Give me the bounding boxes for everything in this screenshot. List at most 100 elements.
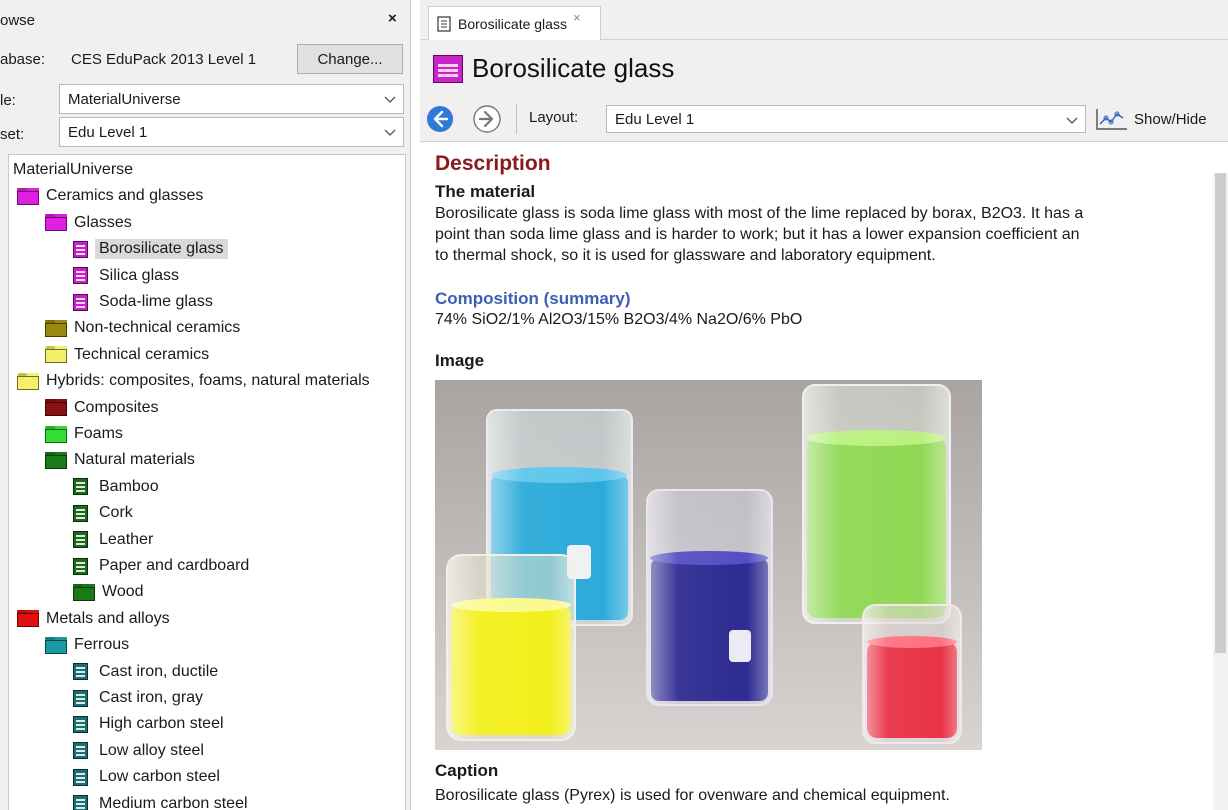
show-hide-label: Show/Hide <box>1134 110 1207 128</box>
tree-item-label: Cast iron, ductile <box>99 662 219 680</box>
tree-item-cast-iron-ductile[interactable]: Cast iron, ductile <box>73 659 218 685</box>
tree-item-cast-iron-gray[interactable]: Cast iron, gray <box>73 685 203 711</box>
table-select[interactable]: MaterialUniverse <box>59 84 404 114</box>
material-record-icon <box>73 557 88 575</box>
material-record-icon <box>73 663 88 681</box>
subset-select[interactable]: Edu Level 1 <box>59 117 404 147</box>
material-tree[interactable]: MaterialUniverse Ceramics and glasses Glas… <box>8 154 406 810</box>
folder-icon <box>17 610 39 628</box>
document-icon <box>437 15 451 32</box>
layout-select-value: Edu Level 1 <box>615 110 695 128</box>
folder-icon <box>45 346 67 364</box>
tree-item-natural-materials[interactable]: Natural materials <box>45 447 195 473</box>
tree-item-technical-ceramics[interactable]: Technical ceramics <box>45 342 209 368</box>
tree-item-label: Hybrids: composites, foams, natural mate… <box>46 372 370 390</box>
material-record-icon <box>73 715 88 733</box>
material-line-3: to thermal shock, so it is used for glas… <box>435 247 936 264</box>
show-hide-button[interactable]: Show/Hide <box>1095 105 1207 133</box>
record-header: Borosilicate glass <box>420 40 1228 97</box>
composition-value: 74% SiO2/1% Al2O3/15% B2O3/4% Na2O/6% Pb… <box>435 311 803 328</box>
tab-strip: Borosilicate glass × <box>420 0 1228 40</box>
tree-item-label: Non-technical ceramics <box>74 319 241 337</box>
tree-item-materialuniverse[interactable]: MaterialUniverse <box>9 157 134 183</box>
tree-item-low-carbon-steel[interactable]: Low carbon steel <box>73 764 220 790</box>
tree-item-label: High carbon steel <box>99 715 224 733</box>
tree-item-label: Borosilicate glass <box>95 239 228 260</box>
material-record-icon <box>73 267 88 285</box>
material-record-icon <box>433 54 463 83</box>
folder-icon <box>73 583 95 601</box>
tree-item-non-technical-ceramics[interactable]: Non-technical ceramics <box>45 315 240 341</box>
beakers-photo <box>435 380 982 750</box>
tree-item-label: MaterialUniverse <box>13 161 134 178</box>
tab-borosilicate-glass[interactable]: Borosilicate glass × <box>428 6 601 40</box>
browse-panel-title: owse <box>0 12 36 29</box>
tree-item-glasses[interactable]: Glasses <box>45 210 132 236</box>
material-record-icon <box>73 689 88 707</box>
tree-item-soda-lime-glass[interactable]: Soda-lime glass <box>73 289 213 315</box>
tree-item-wood[interactable]: Wood <box>73 579 144 605</box>
tree-item-bamboo[interactable]: Bamboo <box>73 474 159 500</box>
folder-icon <box>45 451 67 469</box>
subset-select-value: Edu Level 1 <box>68 123 148 141</box>
toolbar-divider <box>516 104 517 134</box>
material-record-icon <box>73 531 88 549</box>
content-scrollbar[interactable] <box>1213 173 1228 810</box>
tree-item-label: Bamboo <box>99 477 159 495</box>
tree-item-cork[interactable]: Cork <box>73 500 133 526</box>
tree-item-label: Leather <box>99 530 154 548</box>
tree-item-high-carbon-steel[interactable]: High carbon steel <box>73 711 224 737</box>
tree-item-borosilicate-glass[interactable]: Borosilicate glass <box>73 236 228 262</box>
folder-icon <box>45 214 67 232</box>
chart-icon <box>1096 109 1127 130</box>
tree-item-hybrids-composites-foams-natural-materials[interactable]: Hybrids: composites, foams, natural mate… <box>17 368 370 394</box>
tree-item-composites[interactable]: Composites <box>45 395 158 421</box>
layout-select[interactable]: Edu Level 1 <box>606 105 1086 133</box>
material-heading: The material <box>435 182 536 201</box>
tree-item-label: Composites <box>74 398 159 416</box>
material-line-1: Borosilicate glass is soda lime glass wi… <box>435 205 1084 222</box>
change-database-button[interactable]: Change... <box>297 44 403 74</box>
back-arrow-icon[interactable] <box>425 104 455 134</box>
tree-item-silica-glass[interactable]: Silica glass <box>73 263 179 289</box>
chevron-down-icon <box>384 96 396 103</box>
tree-item-label: Natural materials <box>74 451 195 469</box>
tree-item-label: Ceramics and glasses <box>46 187 204 205</box>
database-value: CES EduPack 2013 Level 1 <box>71 51 257 68</box>
scrollbar-thumb[interactable] <box>1215 173 1226 653</box>
caption-value: Borosilicate glass (Pyrex) is used for o… <box>435 787 950 804</box>
close-icon[interactable]: × <box>388 10 397 27</box>
tree-item-label: Silica glass <box>99 266 180 284</box>
folder-icon <box>45 425 67 443</box>
forward-arrow-icon[interactable] <box>472 104 502 134</box>
tree-item-ceramics-and-glasses[interactable]: Ceramics and glasses <box>17 183 203 209</box>
folder-icon <box>45 636 67 654</box>
tree-item-label: Metals and alloys <box>46 609 170 627</box>
tree-item-leather[interactable]: Leather <box>73 527 153 553</box>
table-select-value: MaterialUniverse <box>68 90 181 108</box>
caption-heading: Caption <box>435 761 499 780</box>
database-label: abase: <box>0 51 46 68</box>
chevron-down-icon <box>1066 117 1078 124</box>
layout-label: Layout: <box>529 109 579 126</box>
material-line-2: point than soda lime glass and is harder… <box>435 226 1080 243</box>
tree-item-medium-carbon-steel[interactable]: Medium carbon steel <box>73 791 248 810</box>
tree-item-label: Ferrous <box>74 636 130 654</box>
composition-heading: Composition (summary) <box>435 289 631 308</box>
folder-icon <box>45 319 67 337</box>
tree-item-label: Paper and cardboard <box>99 557 250 574</box>
tree-item-label: Cork <box>99 504 133 522</box>
table-label: le: <box>0 92 16 109</box>
page-title: Borosilicate glass <box>472 53 675 83</box>
material-record-icon <box>73 795 88 810</box>
tree-item-label: Foams <box>74 425 123 442</box>
record-toolbar: Layout: Edu Level 1 Show/Hide <box>420 97 1228 142</box>
tree-item-metals-and-alloys[interactable]: Metals and alloys <box>17 606 170 632</box>
tree-item-foams[interactable]: Foams <box>45 421 123 447</box>
tab-close-icon[interactable]: × <box>573 10 581 25</box>
tree-item-label: Glasses <box>74 213 132 231</box>
tree-item-paper-and-cardboard[interactable]: Paper and cardboard <box>73 553 249 579</box>
description-heading: Description <box>435 152 551 175</box>
tree-item-ferrous[interactable]: Ferrous <box>45 632 129 658</box>
tree-item-low-alloy-steel[interactable]: Low alloy steel <box>73 738 204 764</box>
